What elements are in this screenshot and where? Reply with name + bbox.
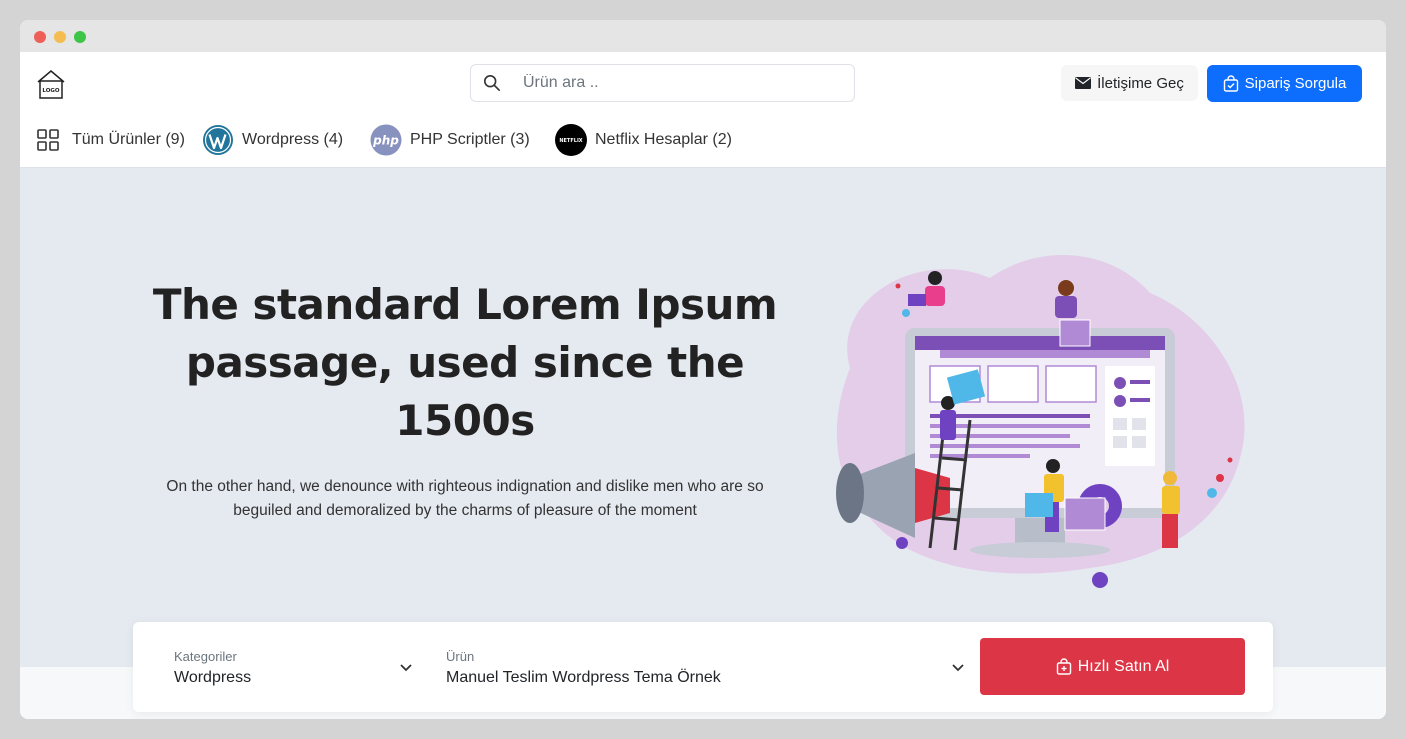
- category-nav: Tüm Ürünler (9) Wordpress (4) php PHP Sc…: [20, 114, 1386, 168]
- php-icon-text: php: [372, 134, 399, 148]
- shopping-bag-check-icon: [1223, 75, 1238, 92]
- category-label: Wordpress (4): [242, 131, 344, 148]
- category-label: Netflix Hesaplar (2): [595, 131, 732, 148]
- minimize-window-button[interactable]: [54, 31, 66, 43]
- category-label: Tüm Ürünler (9): [72, 131, 185, 148]
- logo-house-icon[interactable]: LOGO: [35, 68, 67, 100]
- window-titlebar: [20, 20, 1386, 52]
- close-window-button[interactable]: [34, 31, 46, 43]
- browser-window: LOGO İletişime Geç Sipariş Sorgula: [20, 20, 1386, 719]
- category-all-products[interactable]: Tüm Ürünler (9): [32, 123, 185, 157]
- chevron-down-icon: [952, 664, 964, 672]
- hero-description: On the other hand, we denounce with righ…: [166, 478, 764, 519]
- product-select-value: Manuel Teslim Wordpress Tema Örnek: [446, 669, 721, 686]
- category-select[interactable]: Kategoriler Wordpress: [174, 638, 414, 698]
- product-select-label: Ürün: [446, 649, 475, 664]
- order-query-button-label: Sipariş Sorgula: [1244, 75, 1347, 92]
- search-box[interactable]: [470, 64, 855, 102]
- order-query-button[interactable]: Sipariş Sorgula: [1207, 65, 1362, 102]
- netflix-icon: NETFLIX: [555, 124, 587, 156]
- search-input[interactable]: [511, 65, 846, 101]
- product-select[interactable]: Ürün Manuel Teslim Wordpress Tema Örnek: [446, 638, 966, 698]
- hero-section: The standard Lorem Ipsum passage, used s…: [20, 168, 1386, 667]
- category-netflix[interactable]: NETFLIX Netflix Hesaplar (2): [555, 123, 732, 157]
- category-select-label: Kategoriler: [174, 649, 237, 664]
- maximize-window-button[interactable]: [74, 31, 86, 43]
- quick-buy-button[interactable]: Hızlı Satın Al: [980, 638, 1245, 695]
- top-navbar: LOGO İletişime Geç Sipariş Sorgula: [20, 52, 1386, 114]
- contact-button-label: İletişime Geç: [1097, 74, 1184, 92]
- netflix-icon-text: NETFLIX: [559, 138, 582, 144]
- contact-button[interactable]: İletişime Geç: [1061, 65, 1198, 101]
- grid-icon: [32, 124, 64, 156]
- hero-title: The standard Lorem Ipsum passage, used s…: [152, 280, 778, 445]
- category-php-scripts[interactable]: php PHP Scriptler (3): [370, 123, 530, 157]
- category-wordpress[interactable]: Wordpress (4): [202, 123, 343, 157]
- logo-text: LOGO: [42, 88, 59, 94]
- marketing-illustration: [836, 255, 1245, 588]
- category-select-value: Wordpress: [174, 669, 252, 686]
- envelope-icon: [1075, 77, 1092, 89]
- search-icon: [483, 74, 501, 92]
- chevron-down-icon: [400, 664, 412, 672]
- php-icon: php: [370, 124, 402, 156]
- quick-order-bar: Kategoriler Wordpress Ürün Manuel Teslim…: [133, 622, 1273, 712]
- category-label: PHP Scriptler (3): [410, 131, 530, 148]
- quick-buy-button-label: Hızlı Satın Al: [1077, 657, 1170, 675]
- shopping-bag-plus-icon: [1056, 658, 1071, 675]
- wordpress-icon: [202, 124, 234, 156]
